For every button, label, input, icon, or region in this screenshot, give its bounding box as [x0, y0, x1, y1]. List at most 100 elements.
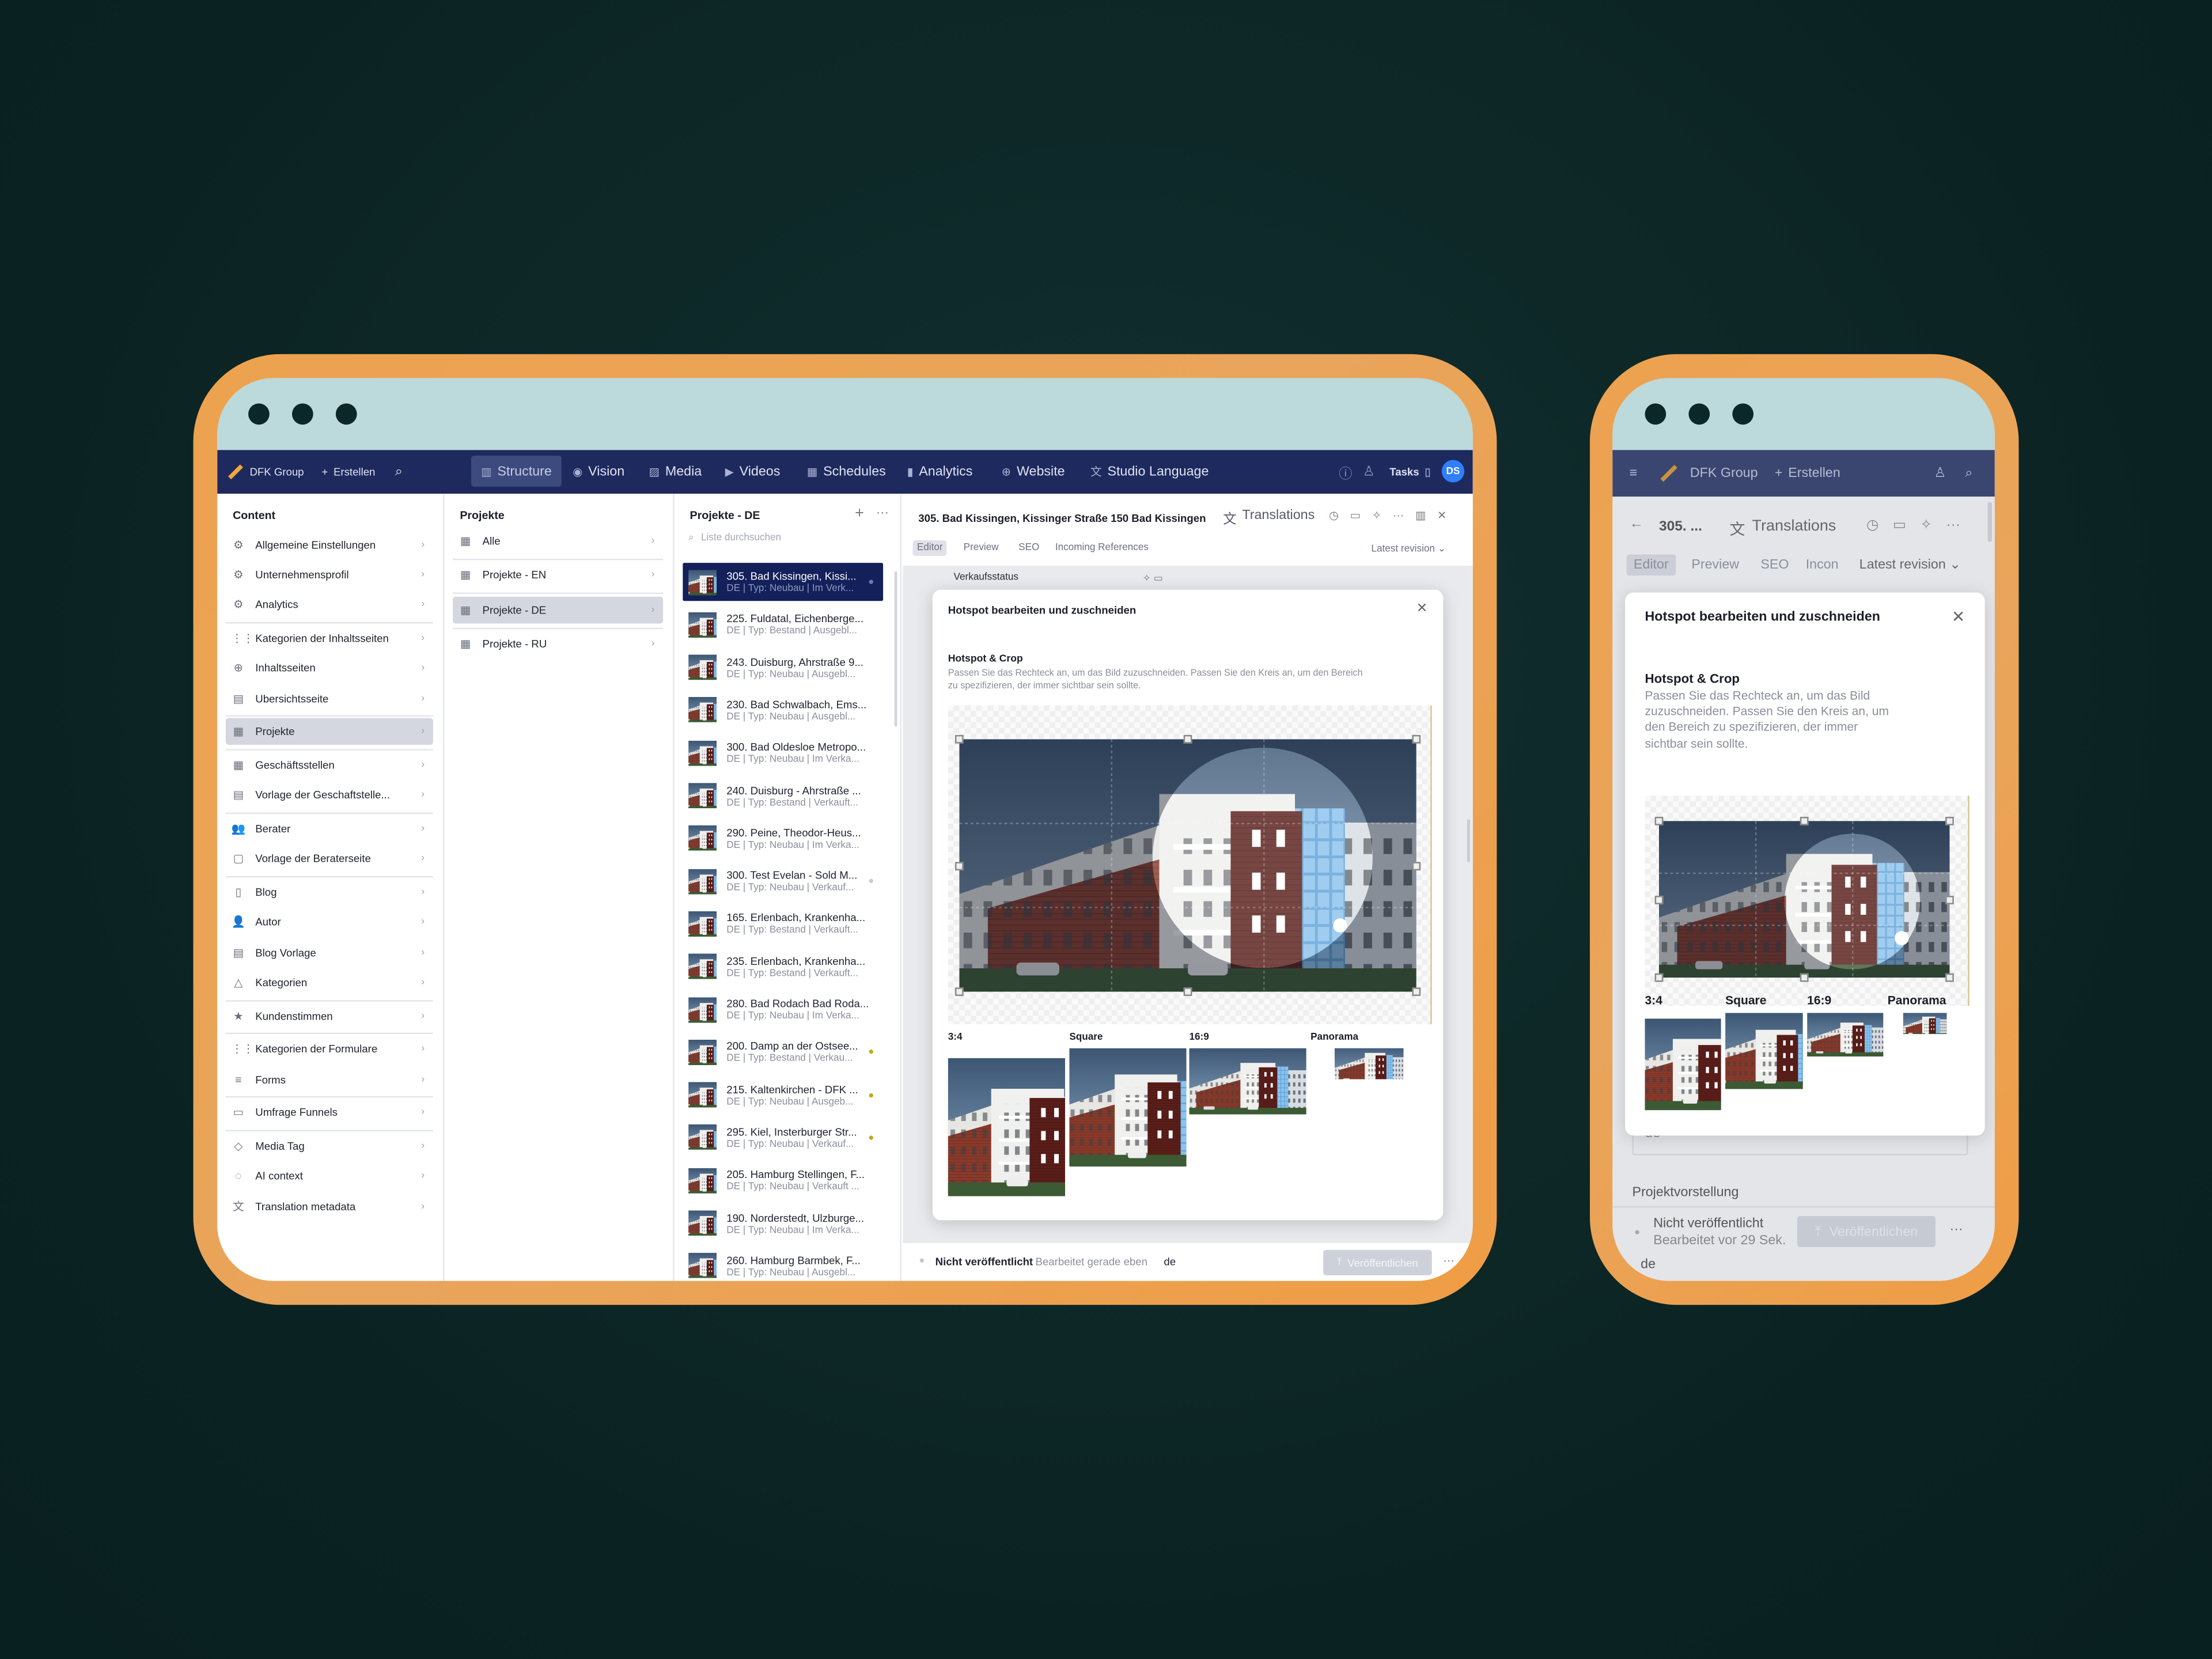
list-item[interactable]: 305. Bad Kissingen, Kissi... DE | Typ: Ne…: [683, 563, 884, 601]
more-icon[interactable]: ···: [1393, 509, 1404, 522]
crop-handle[interactable]: [1800, 816, 1809, 825]
crop-area[interactable]: [948, 705, 1432, 1024]
sidebar-item[interactable]: ▤ Vorlage der Geschaftstelle... ›: [226, 782, 433, 809]
crop-handle[interactable]: [955, 987, 964, 996]
window-dot-close[interactable]: [1645, 403, 1666, 425]
publish-button[interactable]: ⤒ Veröffentlichen: [1323, 1249, 1432, 1275]
sidebar-item[interactable]: 👥 Berater ›: [226, 816, 433, 843]
sidebar-item[interactable]: ▭ Umfrage Funnels ›: [226, 1100, 433, 1127]
back-arrow-icon[interactable]: ←: [1630, 516, 1643, 532]
list-item[interactable]: 295. Kiel, Insterburger Str... DE | Typ: …: [683, 1119, 883, 1157]
search-icon[interactable]: ⌕: [1965, 450, 1972, 497]
scrollbar[interactable]: [894, 571, 897, 727]
sparkle-icon[interactable]: ✧: [1372, 509, 1381, 522]
sidebar-item[interactable]: ⚙ Analytics ›: [226, 592, 433, 619]
history-icon[interactable]: ◷: [1329, 509, 1339, 522]
list-item[interactable]: 243. Duisburg, Ahrstraße 9... DE | Typ: N…: [683, 649, 883, 687]
split-pane-icon[interactable]: ▥: [1415, 509, 1426, 522]
list-item[interactable]: 215. Kaltenkirchen - DFK ... DE | Typ: Ne…: [683, 1076, 883, 1114]
folder-item[interactable]: ▦ Projekte - RU ›: [453, 630, 663, 657]
list-item[interactable]: 290. Peine, Theodor-Heus... DE | Typ: Neu…: [683, 819, 883, 857]
list-item[interactable]: 300. Test Evelan - Sold M... DE | Typ: Ne…: [683, 862, 883, 900]
hotspot-resize-handle[interactable]: [1333, 918, 1347, 933]
crop-handle[interactable]: [1412, 734, 1421, 744]
sidebar-item[interactable]: ⋮⋮ Kategorien der Inhaltsseiten ›: [226, 625, 433, 652]
close-icon[interactable]: ✕: [1952, 607, 1965, 626]
more-icon[interactable]: ···: [1946, 518, 1960, 533]
list-item[interactable]: 205. Hamburg Stellingen, F... DE | Typ: N…: [683, 1161, 883, 1199]
list-item[interactable]: 225. Fuldatal, Eichenberge... DE | Typ: B…: [683, 605, 883, 643]
crop-handle[interactable]: [1183, 734, 1192, 744]
sidebar-item[interactable]: ⚙ Unternehmensprofil ›: [226, 562, 433, 589]
nav-tool-analytics[interactable]: ▮ Analytics: [907, 450, 973, 494]
crop-handle[interactable]: [1183, 987, 1192, 996]
folder-item[interactable]: ▦ Projekte - EN ›: [453, 562, 663, 589]
crop-area[interactable]: [1645, 796, 1969, 1006]
more-icon[interactable]: ···: [1443, 1254, 1455, 1267]
crop-handle[interactable]: [1412, 987, 1421, 996]
history-icon[interactable]: ◷: [1866, 518, 1878, 533]
tasks-button[interactable]: Tasks ▯: [1389, 450, 1430, 494]
window-dot-minimize[interactable]: [1688, 403, 1710, 425]
add-icon[interactable]: +: [855, 505, 864, 522]
crop-handle[interactable]: [1800, 973, 1809, 982]
tab-editor[interactable]: Editor: [912, 540, 947, 556]
folder-item[interactable]: ▦ Alle ›: [453, 528, 663, 555]
crop-image[interactable]: [1659, 821, 1950, 978]
close-icon[interactable]: ✕: [1416, 601, 1428, 616]
avatar[interactable]: DS: [1441, 460, 1465, 483]
crop-handle[interactable]: [1945, 973, 1954, 982]
nav-tool-vision[interactable]: ◉ Vision: [573, 450, 624, 494]
nav-tool-website[interactable]: ⊕ Website: [1002, 450, 1065, 494]
list-item[interactable]: 300. Bad Oldesloe Metropo... DE | Typ: Ne…: [683, 734, 883, 772]
crop-handle[interactable]: [1654, 973, 1664, 982]
brand[interactable]: DFK Group: [227, 450, 304, 494]
create-button[interactable]: + Erstellen: [321, 450, 375, 494]
sidebar-item[interactable]: ▦ Projekte ›: [225, 718, 433, 746]
more-icon[interactable]: ···: [876, 505, 889, 519]
sidebar-item[interactable]: 👤 Autor ›: [226, 909, 433, 936]
tab-incon[interactable]: Incon: [1798, 554, 1845, 575]
people-icon[interactable]: ♙: [1363, 450, 1375, 494]
list-item[interactable]: 235. Erlenbach, Krankenha... DE | Typ: Be…: [683, 948, 883, 986]
comment-icon[interactable]: ▭: [1893, 518, 1906, 533]
sidebar-item[interactable]: ◇ Media Tag ›: [226, 1133, 433, 1160]
folder-item[interactable]: ▦ Projekte - DE ›: [453, 596, 664, 623]
people-icon[interactable]: ♙: [1934, 450, 1946, 497]
revision-select[interactable]: Latest revision ⌄: [1859, 557, 1961, 573]
sidebar-item[interactable]: ⊕ Inhaltsseiten ›: [226, 655, 433, 682]
list-item[interactable]: 190. Norderstedt, Ulzburge... DE | Typ: N…: [683, 1204, 883, 1242]
crop-handle[interactable]: [955, 861, 964, 870]
crop-handle[interactable]: [1412, 861, 1421, 870]
sidebar-item[interactable]: ≡ Forms ›: [226, 1066, 433, 1093]
nav-tool-studio-language[interactable]: 文 Studio Language: [1090, 450, 1209, 494]
crop-handle[interactable]: [1945, 816, 1954, 825]
tab-seo[interactable]: SEO: [1014, 540, 1044, 556]
list-item[interactable]: 260. Hamburg Barmbek, F... DE | Typ: Neub…: [683, 1247, 883, 1281]
list-item[interactable]: 230. Bad Schwalbach, Ems... DE | Typ: Neu…: [683, 691, 883, 729]
nav-tool-schedules[interactable]: ▦ Schedules: [807, 450, 886, 494]
list-item[interactable]: 200. Damp an der Ostsee... DE | Typ: Best…: [683, 1033, 883, 1071]
crop-handle[interactable]: [1654, 816, 1664, 825]
publish-button[interactable]: ⤒ Veröffentlichen: [1797, 1216, 1936, 1247]
sidebar-item[interactable]: ⚙ Allgemeine Einstellungen ›: [226, 532, 433, 559]
sidebar-item[interactable]: ▢ Vorlage der Beraterseite ›: [226, 846, 433, 873]
window-dot-maximize[interactable]: [335, 403, 357, 425]
list-search[interactable]: ⌕ Liste durchsuchen: [688, 533, 781, 545]
sidebar-item[interactable]: 文 Translation metadata ›: [226, 1193, 433, 1220]
nav-tool-media[interactable]: ▨ Media: [649, 450, 702, 494]
nav-tool-structure[interactable]: ▥ Structure: [471, 456, 562, 487]
close-icon[interactable]: ✕: [1437, 509, 1446, 522]
sidebar-item[interactable]: ▦ Geschäftsstellen ›: [226, 752, 433, 779]
list-item[interactable]: 280. Bad Rodach Bad Roda... DE | Typ: Neu…: [683, 990, 883, 1028]
sidebar-item[interactable]: ▤ Blog Vorlage ›: [226, 939, 433, 966]
hotspot-resize-handle[interactable]: [1894, 931, 1909, 945]
more-icon[interactable]: ···: [1949, 1222, 1963, 1237]
sidebar-item[interactable]: ⋮⋮ Kategorien der Formulare ›: [226, 1036, 433, 1063]
tab-preview[interactable]: Preview: [1684, 554, 1746, 575]
search-icon[interactable]: ⌕: [395, 450, 403, 494]
translations-button[interactable]: 文 Translations: [1223, 508, 1315, 528]
scrollbar[interactable]: [1987, 502, 1992, 542]
help-icon[interactable]: ⓘ: [1339, 450, 1352, 494]
sidebar-item[interactable]: ★ Kundenstimmen ›: [226, 1002, 433, 1029]
